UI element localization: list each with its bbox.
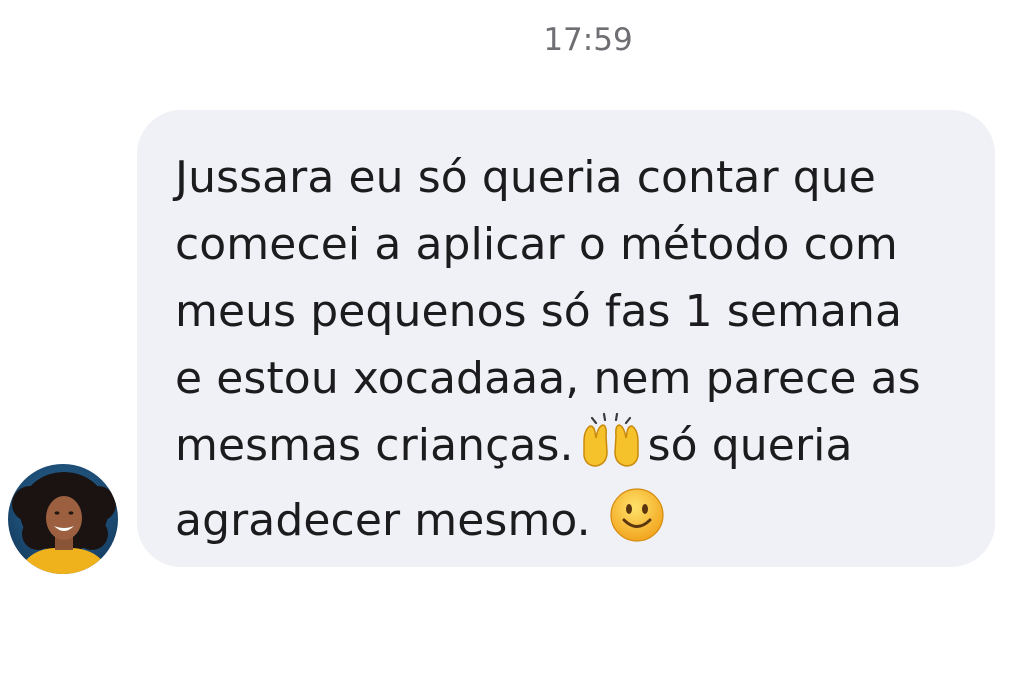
chat-screen: 17:59 Jussara eu só queria contar que co… (0, 0, 1024, 684)
message-line: comecei a aplicar o método com (175, 219, 898, 270)
raising-hands-icon (578, 412, 644, 487)
message-text: agradecer mesmo. (175, 495, 591, 546)
message-line: Jussara eu só queria contar que (175, 152, 876, 203)
message-line: e estou xocadaaa, nem parece as (175, 353, 921, 404)
avatar-photo (8, 464, 118, 574)
message-line-with-emoji: agradecer mesmo. (175, 487, 965, 562)
message-bubble[interactable]: Jussara eu só queria contar que comecei … (137, 110, 995, 567)
smiling-face-icon (609, 487, 665, 562)
message-line: meus pequenos só fas 1 semana (175, 286, 903, 337)
avatar[interactable] (8, 464, 118, 574)
message-line-with-emoji: mesmas crianças. só queria (175, 412, 965, 487)
message-text: só queria (647, 420, 853, 471)
message-timestamp: 17:59 (543, 22, 633, 58)
message-text: mesmas crianças. (175, 420, 574, 471)
